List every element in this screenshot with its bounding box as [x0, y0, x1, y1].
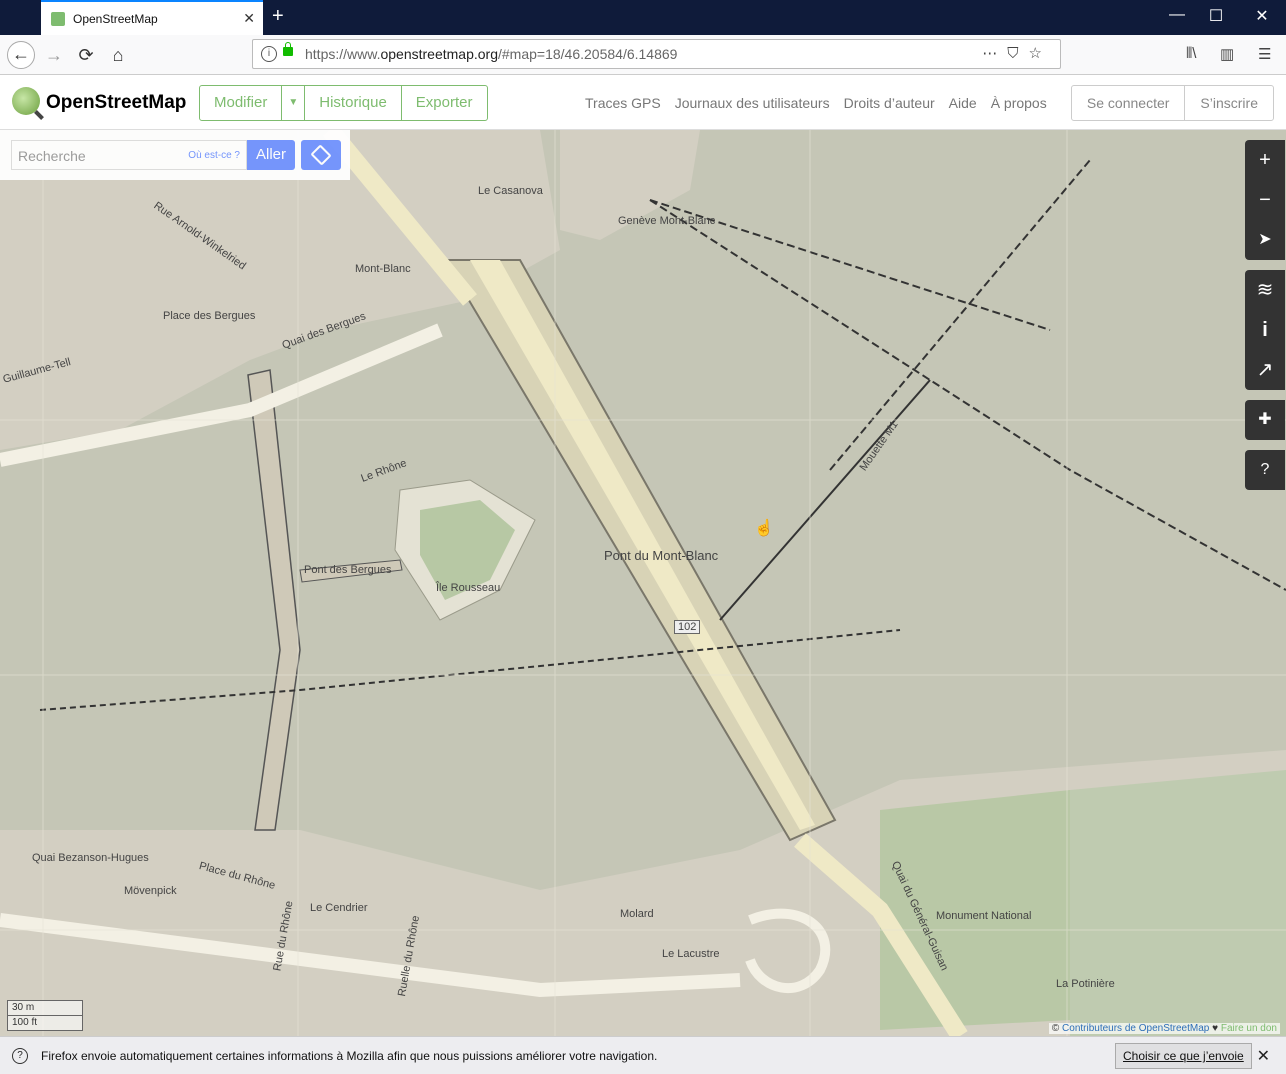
- secondary-nav: Traces GPS Journaux des utilisateurs Dro…: [585, 95, 1047, 111]
- library-icon[interactable]: ⫴\: [1186, 45, 1196, 62]
- attribution: © Contributeurs de OpenStreetMap ♥ Faire…: [1048, 1023, 1280, 1034]
- zoom-in-button[interactable]: +: [1245, 140, 1285, 180]
- tab-close-icon[interactable]: ✕: [243, 10, 255, 27]
- notification-bar: ? Firefox envoie automatiquement certain…: [0, 1036, 1286, 1074]
- menu-icon[interactable]: ☰: [1258, 45, 1271, 63]
- map-label: Place des Bergues: [163, 310, 256, 322]
- donate-link[interactable]: Faire un don: [1221, 1023, 1277, 1034]
- map-label: Le Casanova: [478, 185, 543, 197]
- close-notification-icon[interactable]: ✕: [1257, 1046, 1270, 1066]
- auth-buttons: Se connecter S’inscrire: [1070, 85, 1274, 121]
- url-text[interactable]: https://www.openstreetmap.org/#map=18/46…: [305, 46, 677, 62]
- choose-data-button[interactable]: Choisir ce que j’envoie: [1115, 1043, 1252, 1069]
- forward-button[interactable]: →: [40, 41, 68, 69]
- edit-dropdown-icon[interactable]: ▼: [282, 86, 306, 120]
- question-icon: ?: [12, 1048, 28, 1064]
- map-label: Pont des Bergues: [304, 564, 392, 576]
- map-label: Le Cendrier: [310, 902, 368, 914]
- map-label: Quai Bezanson-Hugues: [32, 852, 149, 864]
- scale-imperial: 100 ft: [7, 1016, 83, 1031]
- go-button[interactable]: Aller: [247, 140, 295, 170]
- maximize-button[interactable]: ☐: [1201, 6, 1231, 26]
- map-label: Île Rousseau: [436, 582, 501, 594]
- layers-icon[interactable]: ≋: [1245, 270, 1285, 310]
- map-canvas[interactable]: Le Casanova Genève Mont-Blanc Mont-Blanc…: [0, 130, 1286, 1036]
- favicon-icon: [51, 12, 65, 26]
- reload-button[interactable]: ⟳: [72, 41, 100, 69]
- zoom-out-button[interactable]: −: [1245, 180, 1285, 220]
- edit-button[interactable]: Modifier: [200, 86, 283, 120]
- locate-icon[interactable]: ➤: [1245, 220, 1285, 260]
- search-panel: Recherche Où est-ce ? Aller: [0, 130, 350, 180]
- contributors-link[interactable]: Contributeurs de OpenStreetMap: [1062, 1023, 1209, 1034]
- edit-button-group: Modifier ▼ Historique Exporter: [199, 85, 488, 121]
- search-placeholder: Recherche: [18, 148, 86, 164]
- map-label: Pont du Mont-Blanc: [604, 548, 719, 563]
- map-label: Genève Mont-Blanc: [618, 215, 716, 227]
- map-label: La Potinière: [1056, 978, 1115, 990]
- zoom-controls: + − ➤: [1245, 140, 1285, 260]
- tab-openstreetmap[interactable]: OpenStreetMap ✕: [41, 0, 263, 35]
- notification-text: Firefox envoie automatiquement certaines…: [41, 1049, 658, 1063]
- map-label: Molard: [620, 908, 654, 920]
- info-icon[interactable]: i: [1245, 310, 1285, 350]
- map-label: Mont-Blanc: [355, 263, 411, 275]
- map-label: Le Lacustre: [662, 948, 720, 960]
- share-icon[interactable]: ↗: [1245, 350, 1285, 390]
- close-window-button[interactable]: ✕: [1247, 6, 1277, 26]
- nav-user-diaries[interactable]: Journaux des utilisateurs: [675, 95, 830, 111]
- where-is-this-link[interactable]: Où est-ce ?: [188, 150, 240, 161]
- map-label: Mövenpick: [124, 885, 177, 897]
- export-button[interactable]: Exporter: [402, 86, 487, 120]
- query-control: ?: [1245, 450, 1285, 490]
- osm-header: OpenStreetMap Modifier ▼ Historique Expo…: [0, 75, 1286, 130]
- login-button[interactable]: Se connecter: [1072, 86, 1186, 120]
- info-icon[interactable]: i: [261, 46, 277, 62]
- add-note-icon[interactable]: ✚: [1245, 400, 1285, 440]
- new-tab-button[interactable]: +: [272, 5, 284, 28]
- history-button[interactable]: Historique: [305, 86, 402, 120]
- tab-title: OpenStreetMap: [73, 12, 158, 26]
- url-bar[interactable]: i https://www.openstreetmap.org/#map=18/…: [252, 39, 1061, 69]
- map-tiles: [0, 130, 1286, 1036]
- directions-icon[interactable]: [301, 140, 341, 170]
- map-label: 102: [674, 620, 701, 634]
- panel-controls: ≋ i ↗: [1245, 270, 1285, 390]
- minimize-button[interactable]: —: [1162, 6, 1192, 24]
- back-button[interactable]: ←: [7, 41, 35, 69]
- nav-help[interactable]: Aide: [949, 95, 977, 111]
- search-input[interactable]: Recherche Où est-ce ?: [11, 140, 247, 170]
- nav-copyright[interactable]: Droits d’auteur: [844, 95, 935, 111]
- map-label: Monument National: [936, 910, 1032, 922]
- sidebar-icon[interactable]: ▥: [1220, 45, 1234, 63]
- signup-button[interactable]: S’inscrire: [1185, 86, 1273, 120]
- page-actions[interactable]: ⋯⛉☆: [982, 44, 1052, 62]
- logo-text[interactable]: OpenStreetMap: [46, 92, 186, 114]
- nav-about[interactable]: À propos: [991, 95, 1047, 111]
- lock-icon[interactable]: [283, 42, 293, 56]
- scale-bar: 30 m 100 ft: [7, 1000, 83, 1031]
- query-features-icon[interactable]: ?: [1245, 450, 1285, 490]
- tab-bar: OpenStreetMap ✕ + — ☐ ✕: [0, 0, 1286, 35]
- osm-logo-icon[interactable]: [12, 87, 40, 115]
- note-control: ✚: [1245, 400, 1285, 440]
- scale-metric: 30 m: [7, 1000, 83, 1016]
- hand-cursor-icon: ☝: [754, 520, 774, 537]
- home-icon[interactable]: ⌂: [104, 41, 132, 69]
- navigation-bar: ← → ⟳ ⌂ i https://www.openstreetmap.org/…: [0, 35, 1286, 75]
- nav-gps-traces[interactable]: Traces GPS: [585, 95, 661, 111]
